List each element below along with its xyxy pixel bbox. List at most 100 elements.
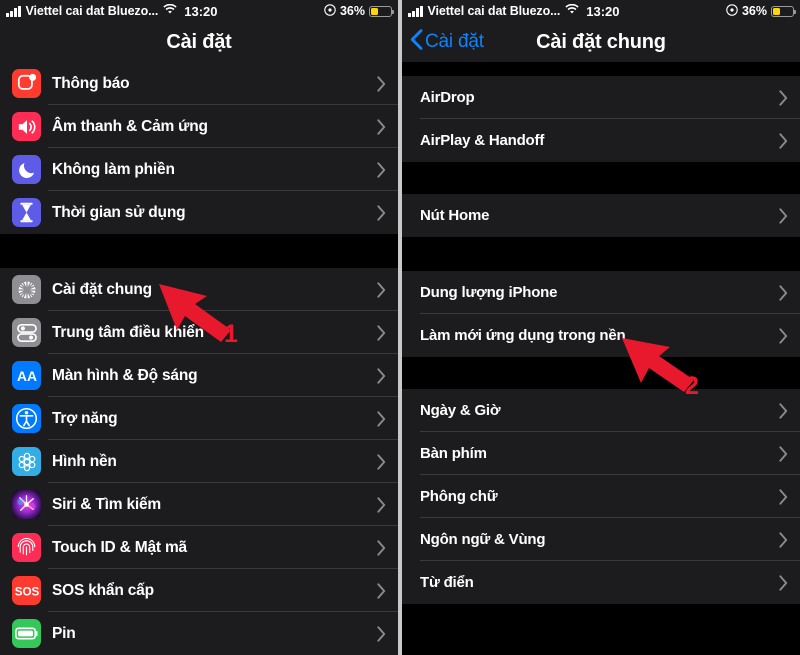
list-item[interactable]: Ngày & Giờ — [402, 389, 800, 432]
list-item-label: AirPlay & Handoff — [420, 132, 545, 149]
list-item[interactable]: Cài đặt chung — [0, 268, 398, 311]
chevron-right-icon — [377, 204, 386, 221]
dual-screenshot-container: Viettel cai dat Bluezo... 13:20 36% Cài … — [0, 0, 800, 655]
cellular-signal-icon — [408, 5, 423, 17]
list-group-gap — [402, 237, 800, 271]
list-item[interactable]: SOS SOS khẩn cấp — [0, 569, 398, 612]
status-bar-right-group: 36% — [726, 3, 797, 19]
list-item[interactable]: Dung lượng iPhone — [402, 271, 800, 314]
chevron-right-icon — [377, 410, 386, 427]
sos-icon: SOS — [12, 576, 41, 605]
chevron-right-icon — [377, 539, 386, 556]
list-item[interactable]: Pin — [0, 612, 398, 655]
settings-group: Dung lượng iPhone Làm mới ứng dụng trong … — [402, 271, 800, 357]
list-item-label: Không làm phiền — [52, 160, 175, 178]
clock-label: 13:20 — [184, 3, 218, 19]
siri-icon — [12, 490, 41, 519]
battery-icon — [12, 619, 41, 648]
carrier-label: Viettel cai dat Bluezo... — [427, 4, 561, 18]
settings-group: Thông báo Âm thanh & Cảm ứng Không làm phi… — [0, 62, 398, 234]
status-bar-left-group: Viettel cai dat Bluezo... 13:20 — [6, 4, 324, 19]
list-item[interactable]: Thời gian sử dụng — [0, 191, 398, 234]
list-top-gap — [402, 62, 800, 76]
screen-time-icon — [12, 198, 41, 227]
list-item-label: Siri & Tìm kiếm — [52, 495, 161, 513]
chevron-right-icon — [377, 367, 386, 384]
list-item[interactable]: Trung tâm điều khiển — [0, 311, 398, 354]
svg-text:SOS: SOS — [14, 585, 39, 598]
control-center-icon — [12, 318, 41, 347]
list-item[interactable]: Touch ID & Mật mã — [0, 526, 398, 569]
chevron-right-icon — [779, 132, 788, 149]
list-group-gap — [402, 162, 800, 194]
sounds-haptics-icon — [12, 112, 41, 141]
settings-group: Cài đặt chung Trung tâm điều khiển AA Màn h… — [0, 268, 398, 655]
status-bar-right-group: 36% — [324, 3, 395, 19]
list-item-label: Phông chữ — [420, 488, 498, 505]
list-item-label: Pin — [52, 624, 76, 642]
annotation-number-1: 1 — [224, 320, 238, 348]
list-group-gap — [402, 357, 800, 389]
status-bar-left-group: Viettel cai dat Bluezo... 13:20 — [408, 4, 726, 19]
list-item[interactable]: Phông chữ — [402, 475, 800, 518]
list-item-label: Màn hình & Độ sáng — [52, 366, 198, 384]
touch-id-icon — [12, 533, 41, 562]
list-item-label: Ngôn ngữ & Vùng — [420, 531, 546, 548]
chevron-right-icon — [779, 284, 788, 301]
status-bar-right: Viettel cai dat Bluezo... 13:20 36% — [402, 0, 800, 22]
battery-percent-label: 36% — [339, 4, 365, 18]
chevron-right-icon — [779, 327, 788, 344]
settings-group: Nút Home — [402, 194, 800, 237]
list-item-label: AirDrop — [420, 89, 475, 106]
chevron-right-icon — [377, 625, 386, 642]
chevron-right-icon — [377, 453, 386, 470]
battery-percent-label: 36% — [741, 4, 767, 18]
right-phone-screen: Viettel cai dat Bluezo... 13:20 36% Cài … — [402, 0, 800, 655]
chevron-right-icon — [779, 207, 788, 224]
chevron-right-icon — [377, 161, 386, 178]
settings-group: AirDrop AirPlay & Handoff — [402, 76, 800, 162]
alarm-clock-icon — [324, 3, 336, 19]
settings-list-right[interactable]: AirDrop AirPlay & Handoff Nút Home Dung lượ… — [402, 62, 800, 604]
list-item[interactable]: Trợ năng — [0, 397, 398, 440]
carrier-label: Viettel cai dat Bluezo... — [25, 4, 159, 18]
wifi-icon — [163, 3, 177, 18]
list-item[interactable]: Thông báo — [0, 62, 398, 105]
page-title-right: Cài đặt chung — [536, 30, 666, 53]
list-item-label: SOS khẩn cấp — [52, 581, 154, 599]
list-item[interactable]: Âm thanh & Cảm ứng — [0, 105, 398, 148]
wallpaper-icon — [12, 447, 41, 476]
svg-text:AA: AA — [17, 368, 37, 384]
chevron-right-icon — [377, 496, 386, 513]
list-item-label: Trợ năng — [52, 409, 118, 427]
battery-low-power-icon — [771, 5, 797, 17]
list-item[interactable]: AirPlay & Handoff — [402, 119, 800, 162]
alarm-clock-icon — [726, 3, 738, 19]
list-item[interactable]: AA Màn hình & Độ sáng — [0, 354, 398, 397]
list-item[interactable]: Bàn phím — [402, 432, 800, 475]
list-item[interactable]: Nút Home — [402, 194, 800, 237]
list-item[interactable]: Từ điển — [402, 561, 800, 604]
left-phone-screen: Viettel cai dat Bluezo... 13:20 36% Cài … — [0, 0, 398, 655]
chevron-right-icon — [377, 324, 386, 341]
chevron-right-icon — [377, 582, 386, 599]
list-item-label: Làm mới ứng dụng trong nền — [420, 327, 626, 344]
list-item[interactable]: AirDrop — [402, 76, 800, 119]
list-item[interactable]: Siri & Tìm kiếm — [0, 483, 398, 526]
chevron-right-icon — [779, 574, 788, 591]
list-group-gap — [0, 234, 398, 268]
chevron-right-icon — [377, 75, 386, 92]
list-item[interactable]: Làm mới ứng dụng trong nền — [402, 314, 800, 357]
list-item[interactable]: Hình nền — [0, 440, 398, 483]
list-item[interactable]: Không làm phiền — [0, 148, 398, 191]
cellular-signal-icon — [6, 5, 21, 17]
do-not-disturb-icon — [12, 155, 41, 184]
accessibility-icon — [12, 404, 41, 433]
list-item-label: Ngày & Giờ — [420, 402, 501, 419]
status-bar-left: Viettel cai dat Bluezo... 13:20 36% — [0, 0, 398, 22]
nav-bar-right: Cài đặt Cài đặt chung — [402, 22, 800, 62]
list-item[interactable]: Ngôn ngữ & Vùng — [402, 518, 800, 561]
settings-group: Ngày & Giờ Bàn phím Phông chữ Ngôn ngữ & Vù… — [402, 389, 800, 604]
back-button[interactable]: Cài đặt — [410, 22, 484, 62]
settings-list-left[interactable]: Thông báo Âm thanh & Cảm ứng Không làm phi… — [0, 62, 398, 655]
